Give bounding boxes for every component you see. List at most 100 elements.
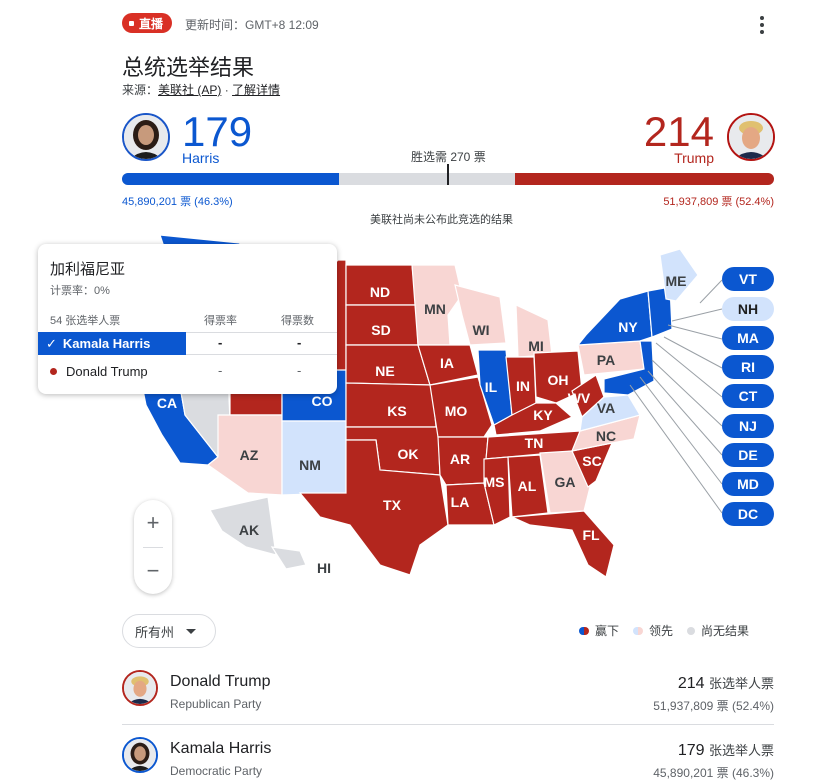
candidate-ev: 179 张选举人票	[678, 740, 774, 760]
source-link[interactable]: 美联社 (AP)	[158, 83, 221, 97]
state-label-wv: WV	[568, 390, 591, 406]
state-filter-label: 所有州	[135, 624, 175, 640]
harris-avatar	[122, 113, 170, 161]
state-label-ga: GA	[555, 474, 576, 490]
chevron-down-icon	[186, 628, 197, 634]
source-line: 来源：美联社 (AP) · 了解详情	[122, 81, 280, 98]
state-label-sc: SC	[582, 453, 601, 469]
rep-dot-icon	[50, 367, 57, 375]
candidate-popular: 51,937,809 票 (52.4%)	[653, 699, 774, 713]
popup-row-trump[interactable]: Donald Trump - -	[38, 359, 337, 383]
check-icon: ✓	[46, 335, 57, 351]
candidate-name: Donald Trump	[170, 673, 271, 690]
zoom-control: + −	[134, 500, 172, 594]
state-label-in: IN	[516, 378, 530, 394]
popup-row-harris[interactable]: ✓ Kamala Harris	[38, 332, 186, 355]
state-label-ne: NE	[375, 363, 394, 379]
callout-ri[interactable]: RI	[722, 355, 774, 379]
rep-candidate-name: Trump	[674, 150, 714, 166]
popup-count-header: 得票数	[281, 315, 314, 327]
trump-avatar	[727, 113, 775, 161]
candidate-ev-unit: 张选举人票	[708, 676, 774, 691]
state-label-ca: CA	[157, 395, 177, 411]
popup-row-harris-values: - -	[186, 332, 337, 355]
state-label-hi: HI	[317, 560, 331, 576]
state-hi[interactable]	[270, 546, 307, 570]
rep-bar-fill	[515, 173, 774, 185]
state-label-ok: OK	[398, 446, 419, 462]
harris-avatar-small	[122, 737, 158, 773]
state-label-wi: WI	[472, 322, 489, 338]
updated-time: 更新时间：GMT+8 12:09	[185, 18, 319, 32]
candidate-row-trump[interactable]: Donald Trump Republican Party 214 张选举人票 …	[122, 670, 774, 725]
state-label-tx: TX	[383, 497, 402, 513]
state-label-nm: NM	[299, 457, 321, 473]
dem-candidate-name: Harris	[182, 150, 220, 166]
map-legend: 赢下 领先 尚无结果	[579, 622, 749, 639]
popup-harris-count: -	[297, 335, 302, 350]
legend-no-result: 尚无结果	[701, 624, 750, 638]
rep-popular-vote: 51,937,809 票 (52.4%)	[663, 196, 774, 208]
callout-nh[interactable]: NH	[722, 297, 774, 321]
zoom-out-button[interactable]: −	[134, 548, 172, 594]
rep-electoral-votes: 214	[643, 108, 714, 155]
popup-trump-count: -	[297, 363, 302, 378]
callout-ma[interactable]: MA	[722, 326, 774, 350]
popup-state-name: 加利福尼亚	[50, 261, 126, 278]
zoom-in-button[interactable]: +	[134, 500, 172, 546]
state-label-tn: TN	[525, 435, 544, 451]
candidate-ev-value: 179	[677, 742, 705, 759]
source-prefix: 来源：	[122, 83, 159, 97]
callout-dc[interactable]: DC	[722, 502, 774, 526]
live-dot-icon	[129, 20, 134, 26]
candidate-ev-value: 214	[677, 675, 705, 692]
state-label-ny: NY	[618, 319, 638, 335]
popup-trump-pct: -	[218, 363, 223, 378]
learn-more-link[interactable]: 了解详情	[232, 83, 280, 97]
state-label-ia: IA	[440, 355, 454, 371]
live-label: 直播	[139, 16, 164, 31]
callout-md[interactable]: MD	[722, 472, 774, 496]
state-label-al: AL	[518, 478, 537, 494]
state-label-mn: MN	[424, 301, 446, 317]
candidate-party: Democratic Party	[170, 764, 263, 778]
state-label-ak: AK	[239, 522, 259, 538]
no-result-swatch-icon	[687, 626, 696, 635]
candidate-ev-unit: 张选举人票	[708, 743, 774, 758]
state-label-ms: MS	[484, 474, 505, 490]
more-options-icon[interactable]	[752, 13, 772, 37]
page-title: 总统选举结果	[122, 55, 255, 80]
state-label-az: AZ	[240, 447, 259, 463]
legend-won: 赢下	[595, 624, 620, 638]
state-label-oh: OH	[548, 372, 569, 388]
state-label-ar: AR	[450, 451, 470, 467]
candidate-ev: 214 张选举人票	[678, 673, 774, 693]
callout-vt[interactable]: VT	[722, 267, 774, 291]
callout-de[interactable]: DE	[722, 443, 774, 467]
state-label-va: VA	[597, 400, 615, 416]
state-ny[interactable]	[576, 290, 653, 346]
state-label-ks: KS	[387, 403, 406, 419]
state-label-mo: MO	[445, 403, 468, 419]
candidate-row-harris[interactable]: Kamala Harris Democratic Party 179 张选举人票…	[122, 737, 774, 781]
popup-row-harris-name: Kamala Harris	[62, 336, 151, 351]
state-fl[interactable]	[511, 510, 615, 578]
state-label-sd: SD	[371, 322, 390, 338]
trump-avatar-small	[122, 670, 158, 706]
callout-nj[interactable]: NJ	[722, 414, 774, 438]
state-filter-dropdown[interactable]: 所有州	[122, 614, 216, 648]
state-label-nc: NC	[596, 428, 616, 444]
legend-leading: 领先	[649, 624, 674, 638]
threshold-marker	[447, 164, 449, 185]
candidate-popular: 45,890,201 票 (46.3%)	[653, 766, 774, 780]
state-label-mi: MI	[528, 338, 544, 354]
popup-row-trump-name: Donald Trump	[66, 363, 148, 379]
state-label-fl: FL	[582, 527, 600, 543]
callout-ct[interactable]: CT	[722, 384, 774, 408]
state-label-il: IL	[485, 379, 498, 395]
state-popup: 加利福尼亚 计票率：0% 54 张选举人票 得票率 得票数 ✓ Kamala Ha…	[38, 244, 337, 394]
popup-ev-header: 54 张选举人票	[50, 315, 121, 327]
dem-bar-fill	[122, 173, 340, 185]
leading-swatch-icon	[633, 626, 644, 635]
popup-pct-header: 得票率	[204, 315, 237, 327]
